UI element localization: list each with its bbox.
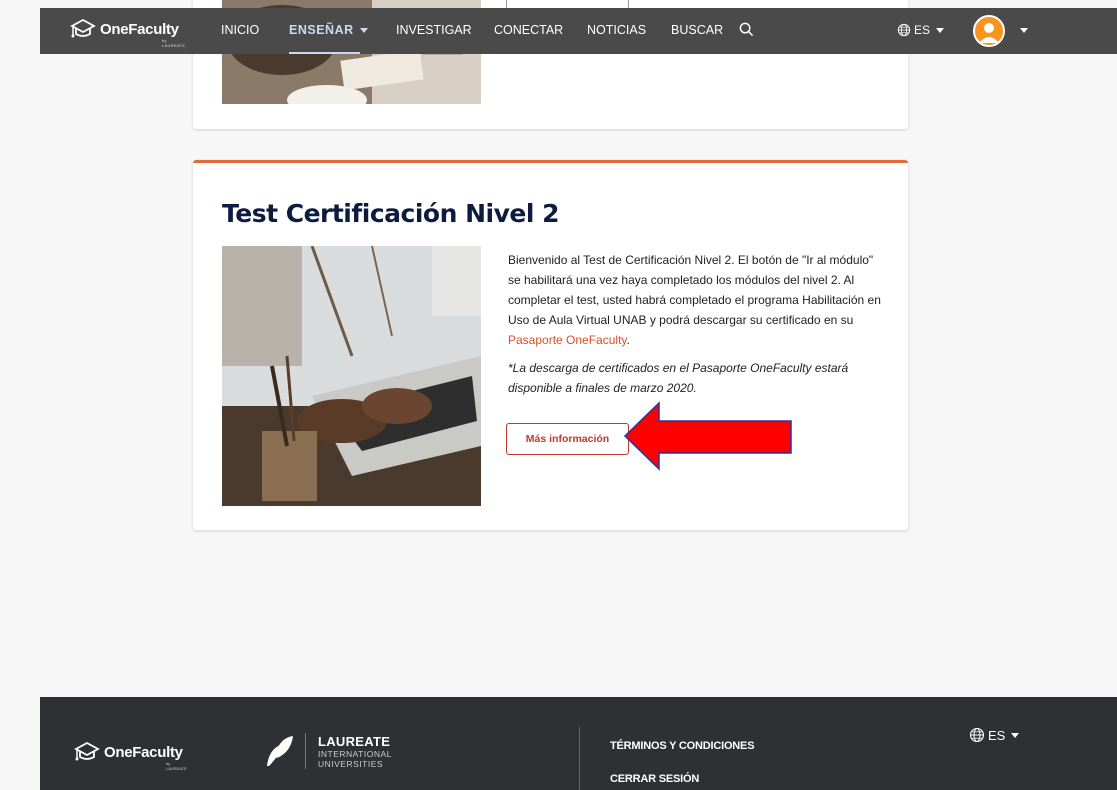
footer-brand-sub: by LAUREATE: [166, 761, 187, 771]
card-description: Bienvenido al Test de Certificación Nive…: [508, 250, 883, 350]
chevron-down-icon: [1011, 732, 1020, 738]
laureate-name: LAUREATE: [318, 733, 391, 749]
nav-buscar[interactable]: BUSCAR: [671, 23, 723, 37]
globe-icon: [897, 23, 911, 37]
footer-divider: [579, 727, 580, 790]
user-icon: [979, 23, 999, 43]
nav-ensenar-label: ENSEÑAR: [289, 23, 354, 37]
laureate-separator: [305, 733, 306, 769]
footer-language-selector[interactable]: ES: [969, 727, 1020, 743]
language-selector[interactable]: ES: [897, 23, 945, 37]
globe-icon: [969, 727, 985, 743]
laureate-text: LAUREATE INTERNATIONAL UNIVERSITIES: [318, 734, 392, 769]
laureate-logo[interactable]: LAUREATE INTERNATIONAL UNIVERSITIES: [265, 733, 392, 769]
language-code: ES: [914, 23, 931, 37]
search-icon[interactable]: [739, 22, 754, 37]
brand-sub: by LAUREATE: [162, 38, 186, 48]
page: OneFaculty by LAUREATE INICIO ENSEÑAR IN…: [0, 0, 1117, 790]
nav-ensenar[interactable]: ENSEÑAR: [289, 23, 368, 37]
footer-brand-name: OneFaculty: [104, 743, 183, 761]
laureate-sub-2: UNIVERSITIES: [318, 758, 384, 769]
footer-language-code: ES: [988, 727, 1006, 743]
card-description-text: Bienvenido al Test de Certificación Nive…: [508, 253, 881, 327]
logout-link[interactable]: CERRAR SESIÓN: [610, 773, 699, 785]
user-avatar[interactable]: [973, 15, 1005, 47]
top-navigation: OneFaculty by LAUREATE INICIO ENSEÑAR IN…: [40, 8, 1117, 54]
card-image: [222, 246, 481, 506]
footer: OneFaculty by LAUREATE LAUREATE INTERNAT…: [40, 697, 1117, 790]
course-card: Test Certificación Nivel 2 Bienvenido al…: [193, 160, 908, 530]
onefaculty-logo[interactable]: OneFaculty by LAUREATE: [70, 18, 185, 48]
nav-noticias[interactable]: NOTICIAS: [587, 23, 646, 37]
card-note: *La descarga de certificados en el Pasap…: [508, 361, 849, 395]
typing-laptop-photo: [222, 246, 481, 506]
brand-name: OneFaculty: [100, 20, 179, 38]
nav-investigar[interactable]: INVESTIGAR: [396, 23, 472, 37]
more-info-button[interactable]: Más información: [506, 423, 629, 455]
active-nav-indicator: [289, 52, 360, 54]
nav-inicio[interactable]: INICIO: [221, 23, 259, 37]
footer-onefaculty-logo[interactable]: OneFaculty by LAUREATE: [74, 741, 187, 771]
nav-conectar[interactable]: CONECTAR: [494, 23, 563, 37]
pasaporte-link[interactable]: Pasaporte OneFaculty: [508, 333, 627, 347]
terms-link[interactable]: TÉRMINOS Y CONDICIONES: [610, 740, 755, 752]
laureate-sub-1: INTERNATIONAL: [318, 748, 392, 759]
annotation-arrow-icon: [623, 401, 792, 471]
card-description-end: .: [626, 333, 630, 347]
user-menu-chevron-icon[interactable]: [1020, 28, 1028, 33]
graduation-cap-icon: [74, 741, 100, 761]
graduation-cap-icon: [70, 18, 96, 38]
chevron-down-icon: [936, 27, 945, 33]
laureate-leaf-icon: [267, 736, 293, 766]
chevron-down-icon: [359, 28, 368, 34]
card-title: Test Certificación Nivel 2: [222, 199, 560, 228]
